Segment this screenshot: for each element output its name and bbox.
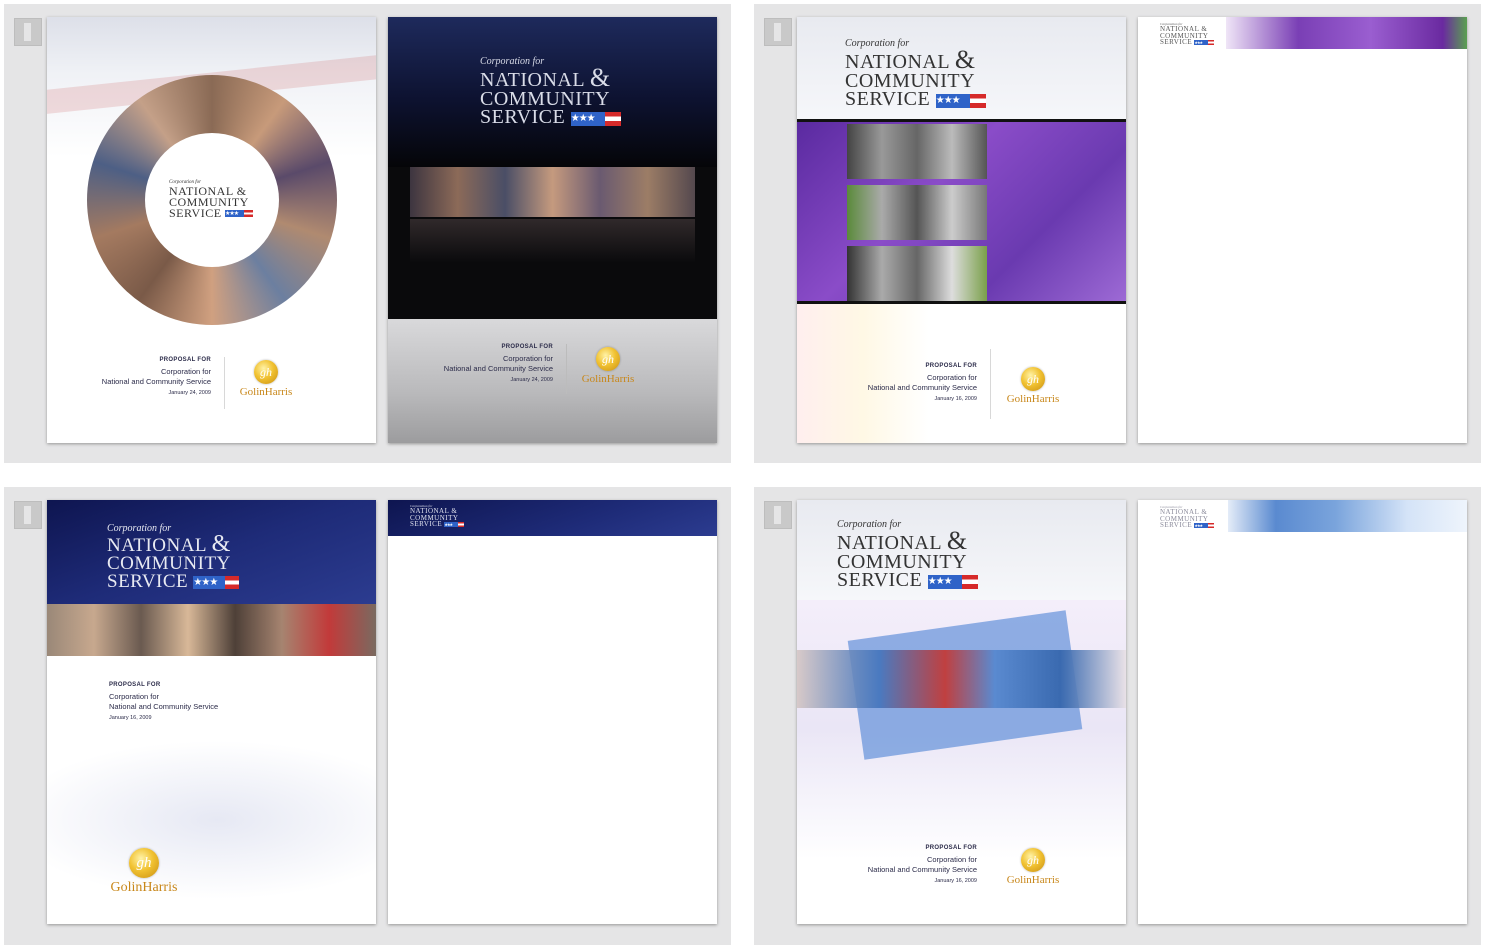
photo-bw-2	[847, 185, 987, 240]
logo-service: SERVICE	[837, 569, 923, 592]
letterhead-page-purple: Corporation for NATIONAL & COMMUNITY SER…	[1138, 17, 1467, 443]
letterhead-page-blue: Corporation for NATIONAL & COMMUNITY SER…	[1138, 500, 1467, 924]
flag-icon: ★★★	[444, 521, 465, 527]
logo-large: Corporation for NATIONAL & COMMUNITY SER…	[845, 38, 986, 111]
flag-icon: ★★★	[927, 574, 978, 589]
golinharris-wordmark: GolinHarris	[1006, 393, 1060, 405]
letterhead-page-navy: Corporation for NATIONAL & COMMUNITY SER…	[388, 500, 717, 924]
letterhead-band	[1226, 17, 1467, 49]
org-line2: National and Community Service	[867, 383, 977, 392]
concept-panel-4: Corporation for NATIONAL & COMMUNITY SER…	[754, 487, 1481, 945]
proposal-for-label: PROPOSAL FOR	[925, 845, 977, 851]
golinharris-wordmark: GolinHarris	[581, 373, 635, 385]
flag-icon: ★★★	[225, 210, 254, 218]
divider	[990, 349, 991, 419]
proposal-for-label: PROPOSAL FOR	[109, 682, 161, 688]
divider	[566, 344, 567, 394]
org-line2: National and Community Service	[443, 364, 553, 373]
logo-service: SERVICE	[845, 88, 931, 111]
photo-reflection	[410, 219, 695, 263]
org-line1: Corporation for	[502, 354, 553, 363]
gh-monogram-icon: gh	[254, 360, 278, 384]
proposal-date: January 24, 2009	[510, 377, 553, 383]
org-line1: Corporation for	[160, 367, 211, 376]
concept-panel-2: Corporation for NATIONAL & COMMUNITY SER…	[754, 4, 1481, 463]
swoosh	[47, 740, 376, 900]
logo-service: SERVICE	[480, 106, 566, 129]
logo-large: Corporation for NATIONAL & COMMUNITY SER…	[837, 519, 978, 592]
flag-icon: ★★★	[1194, 522, 1215, 528]
flag-icon: ★★★	[1194, 39, 1215, 45]
proposal-block: PROPOSAL FOR Corporation for National an…	[444, 344, 553, 383]
golinharris-logo: gh GolinHarris	[1000, 848, 1066, 886]
golinharris-wordmark: GolinHarris	[1006, 874, 1060, 886]
gh-monogram-icon: gh	[1021, 367, 1045, 391]
page-number-icon	[14, 18, 42, 46]
proposal-date: January 16, 2009	[934, 396, 977, 402]
photo-bw-3	[847, 246, 987, 301]
gh-monogram-icon: gh	[1021, 848, 1045, 872]
logo-service: SERVICE	[107, 570, 189, 592]
logo-service: SERVICE	[1160, 38, 1193, 47]
cover-page-circle: Corporation for NATIONAL & COMMUNITY SER…	[47, 17, 376, 443]
photo-bw-1	[847, 124, 987, 179]
page-number-icon	[14, 501, 42, 529]
concept-panel-3: Corporation for NATIONAL & COMMUNITY SER…	[4, 487, 731, 945]
golinharris-wordmark: GolinHarris	[110, 880, 178, 895]
letterhead-band	[1228, 500, 1467, 532]
org-line2: National and Community Service	[101, 377, 211, 386]
proposal-date: January 16, 2009	[934, 878, 977, 884]
org-line2: National and Community Service	[867, 865, 977, 874]
logo-tiny: Corporation for NATIONAL & COMMUNITY SER…	[410, 504, 465, 529]
proposal-block: PROPOSAL FOR Corporation for National an…	[109, 682, 218, 721]
divider	[224, 357, 225, 409]
golinharris-wordmark: GolinHarris	[239, 386, 293, 398]
golinharris-logo: gh GolinHarris	[99, 848, 189, 896]
flag-icon: ★★★	[935, 93, 986, 108]
golinharris-logo: gh GolinHarris	[233, 360, 299, 398]
logo-tiny: Corporation for NATIONAL & COMMUNITY SER…	[1160, 22, 1215, 47]
flag-icon: ★★★	[193, 575, 240, 589]
concept-panel-1: Corporation for NATIONAL & COMMUNITY SER…	[4, 4, 731, 463]
proposal-for-label: PROPOSAL FOR	[501, 344, 553, 350]
logo-small: Corporation for NATIONAL & COMMUNITY SER…	[169, 180, 254, 220]
cover-page-purple: Corporation for NATIONAL & COMMUNITY SER…	[797, 17, 1126, 443]
logo-tiny: Corporation for NATIONAL & COMMUNITY SER…	[1160, 505, 1215, 530]
cover-page-dark: Corporation for NATIONAL & COMMUNITY SER…	[388, 17, 717, 443]
golinharris-logo: gh GolinHarris	[1000, 367, 1066, 405]
photo-strip	[410, 167, 695, 217]
proposal-date: January 24, 2009	[168, 390, 211, 396]
gh-monogram-icon: gh	[596, 347, 620, 371]
logo-service: SERVICE	[169, 205, 222, 220]
logo-service: SERVICE	[410, 520, 443, 529]
proposal-for-label: PROPOSAL FOR	[159, 357, 211, 363]
gh-monogram-icon: gh	[129, 848, 159, 878]
photo-strip	[47, 604, 376, 656]
page-number-icon	[764, 18, 792, 46]
logo-service: SERVICE	[1160, 521, 1193, 530]
cover-page-blue: Corporation for NATIONAL & COMMUNITY SER…	[797, 500, 1126, 924]
org-line1: Corporation for	[109, 692, 160, 701]
golinharris-logo: gh GolinHarris	[575, 347, 641, 385]
logo-large: Corporation for NATIONAL & COMMUNITY SER…	[480, 56, 621, 129]
org-line1: Corporation for	[926, 855, 977, 864]
page-number-icon	[764, 501, 792, 529]
photo-strip	[797, 650, 1126, 708]
cover-page-navy: Corporation for NATIONAL & COMMUNITY SER…	[47, 500, 376, 924]
flag-icon: ★★★	[570, 111, 621, 126]
proposal-block: PROPOSAL FOR Corporation for National an…	[102, 357, 211, 396]
org-line2: National and Community Service	[109, 702, 219, 711]
proposal-block: PROPOSAL FOR Corporation for National an…	[868, 363, 977, 402]
logo-large: Corporation for NATIONAL & COMMUNITY SER…	[107, 523, 240, 592]
proposal-block: PROPOSAL FOR Corporation for National an…	[868, 845, 977, 884]
proposal-for-label: PROPOSAL FOR	[925, 363, 977, 369]
proposal-date: January 16, 2009	[109, 715, 152, 721]
org-line1: Corporation for	[926, 373, 977, 382]
